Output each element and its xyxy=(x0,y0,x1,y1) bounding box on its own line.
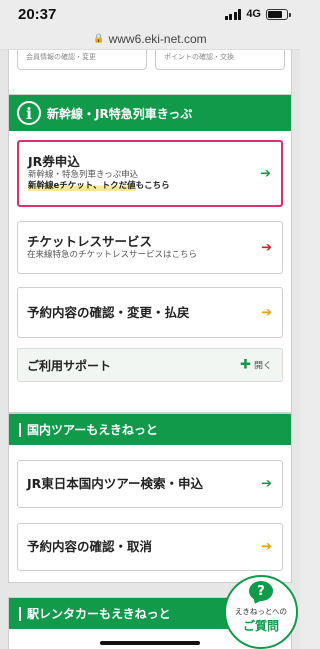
fab-caption: えきねっとへの xyxy=(235,607,287,616)
card-title: JR券申込 xyxy=(28,154,80,170)
expand-control[interactable]: ✚ 開く xyxy=(240,358,272,373)
member-info-card[interactable]: 会員情報の確認・変更 xyxy=(17,50,147,70)
card-subtitle: 在来線特急のチケットレスサービスはこちら xyxy=(27,249,198,260)
battery-icon xyxy=(266,8,291,20)
network-type: 4G xyxy=(246,8,261,20)
note-rest: もこちら xyxy=(135,181,170,192)
info-icon: i xyxy=(17,101,41,125)
fab-label: ご質問 xyxy=(242,619,279,633)
section-header: 国内ツアーもえきねっと xyxy=(9,414,291,445)
tour-section: 国内ツアーもえきねっと JR東日本国内ツアー検索・申込 ➔ 予約内容の確認・取消… xyxy=(8,413,292,583)
plus-icon: ✚ xyxy=(240,357,251,373)
arrow-right-icon: ➔ xyxy=(260,166,271,181)
card-title: JR東日本国内ツアー検索・申込 xyxy=(27,476,204,492)
tour-reservation-check-button[interactable]: 予約内容の確認・取消 ➔ xyxy=(17,523,283,571)
arrow-right-icon: ➔ xyxy=(261,476,272,492)
section-header: i 新幹線・JR特急列車きっぷ xyxy=(9,95,291,131)
signal-icon xyxy=(224,8,242,20)
arrow-right-icon: ➔ xyxy=(261,240,272,255)
jr-ticket-apply-button[interactable]: JR券申込 新幹線・特急列車きっぷ申込 新幹線eチケット、トクだ値もこちら ➔ xyxy=(17,140,283,207)
lock-icon: 🔒 xyxy=(93,33,105,44)
status-bar: 20:37 4G xyxy=(0,0,300,28)
status-time: 20:37 xyxy=(18,6,57,23)
page-content: 会員情報の確認・変更 ポイントの確認・交換 i 新幹線・JR特急列車きっぷ JR… xyxy=(0,50,300,649)
ticketless-service-button[interactable]: チケットレスサービス 在来線特急のチケットレスサービスはこちら ➔ xyxy=(17,221,283,274)
card-title: 予約内容の確認・変更・払戻 xyxy=(27,304,190,320)
section-title: 新幹線・JR特急列車きっぷ xyxy=(47,106,193,121)
points-card[interactable]: ポイントの確認・交換 xyxy=(155,50,285,70)
reservation-check-button[interactable]: 予約内容の確認・変更・払戻 ➔ xyxy=(17,287,283,338)
status-indicators: 4G xyxy=(224,8,291,20)
support-toggle[interactable]: ご利用サポート ✚ 開く xyxy=(17,348,283,382)
card-title: 予約内容の確認・取消 xyxy=(27,539,153,555)
question-bubble-icon: ? xyxy=(249,581,273,601)
support-label: ご利用サポート xyxy=(27,358,112,373)
tour-search-button[interactable]: JR東日本国内ツアー検索・申込 ➔ xyxy=(17,460,283,508)
highlighted-note: 新幹線eチケット、トクだ値 xyxy=(28,181,136,192)
card-title: チケットレスサービス xyxy=(27,233,153,249)
open-label: 開く xyxy=(253,361,272,372)
shinkansen-section: i 新幹線・JR特急列車きっぷ JR券申込 新幹線・特急列車きっぷ申込 新幹線e… xyxy=(8,94,292,413)
section-title: 国内ツアーもえきねっと xyxy=(27,423,158,437)
arrow-right-icon: ➔ xyxy=(261,539,272,555)
url-text: www6.eki-net.com xyxy=(108,31,207,46)
home-indicator[interactable] xyxy=(100,641,200,645)
card-subtitle: 新幹線・特急列車きっぷ申込 xyxy=(28,169,139,180)
faq-floating-button[interactable]: ? えきねっとへの ご質問 xyxy=(224,575,298,649)
section-title: 駅レンタカーもえきねっと xyxy=(27,607,171,621)
card-note: 新幹線eチケット、トクだ値もこちら xyxy=(28,181,281,192)
arrow-right-icon: ➔ xyxy=(261,305,272,320)
address-bar[interactable]: 🔒 www6.eki-net.com xyxy=(0,28,300,50)
